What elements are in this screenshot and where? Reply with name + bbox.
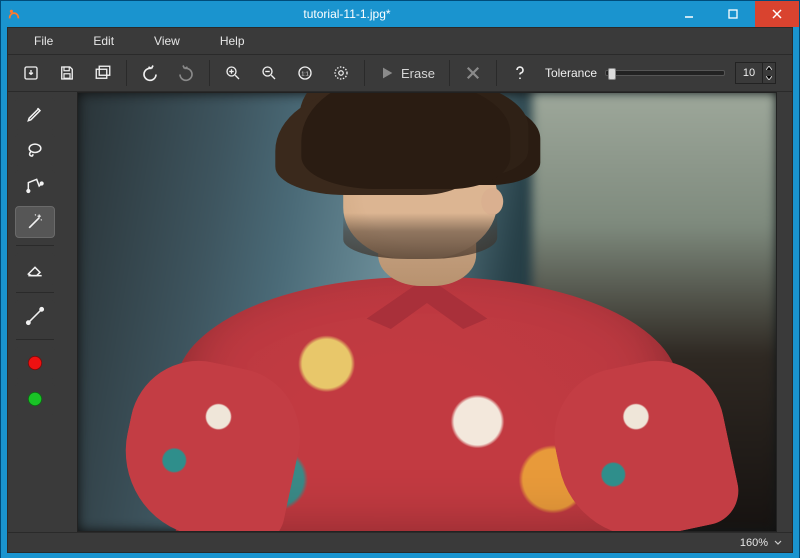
line-icon <box>25 306 45 326</box>
lasso-icon <box>25 140 45 160</box>
separator <box>364 60 365 86</box>
separator <box>496 60 497 86</box>
tolerance-spinner[interactable]: 10 <box>735 62 776 84</box>
slider-thumb[interactable] <box>608 68 616 80</box>
erase-label: Erase <box>401 66 435 81</box>
separator <box>449 60 450 86</box>
magic-wand-icon <box>25 212 45 232</box>
red-marker-tool[interactable] <box>15 347 55 379</box>
browse-button[interactable] <box>86 58 120 88</box>
separator <box>209 60 210 86</box>
menu-file[interactable]: File <box>14 30 73 52</box>
erase-button[interactable]: Erase <box>371 58 443 88</box>
tolerance-value: 10 <box>736 67 762 79</box>
spinner-buttons <box>762 63 775 83</box>
zoom-out-button[interactable] <box>252 58 286 88</box>
menu-edit[interactable]: Edit <box>73 30 134 52</box>
zoom-in-icon <box>224 64 242 82</box>
photo-subject-shirt <box>176 277 679 532</box>
tolerance-slider-wrap <box>605 70 725 76</box>
zoom-in-button[interactable] <box>216 58 250 88</box>
titlebar: tutorial-11-1.jpg* <box>1 1 799 27</box>
side-toolbar <box>8 92 62 532</box>
zoom-fit-icon <box>332 64 350 82</box>
app-icon <box>1 1 27 27</box>
question-icon <box>511 64 529 82</box>
separator <box>16 245 54 246</box>
menu-help[interactable]: Help <box>200 30 265 52</box>
top-toolbar: 1:1 Erase Tolerance <box>8 55 792 91</box>
separator <box>16 292 54 293</box>
separator <box>16 339 54 340</box>
open-button[interactable] <box>50 58 84 88</box>
zoom-level[interactable]: 160% <box>740 537 768 549</box>
application-window: tutorial-11-1.jpg* File Edit View Help <box>0 0 800 558</box>
polygon-tool[interactable] <box>15 170 55 202</box>
eraser-icon <box>25 259 45 279</box>
x-icon <box>464 64 482 82</box>
pen-tool[interactable] <box>15 98 55 130</box>
tolerance-label: Tolerance <box>545 66 597 80</box>
zoom-1to1-button[interactable]: 1:1 <box>288 58 322 88</box>
undo-icon <box>141 64 159 82</box>
minimize-button[interactable] <box>667 1 711 27</box>
floppy-icon <box>58 64 76 82</box>
zoom-dropdown-icon[interactable] <box>774 534 782 552</box>
window-controls <box>667 1 799 27</box>
redo-button[interactable] <box>169 58 203 88</box>
tolerance-slider[interactable] <box>605 70 725 76</box>
statusbar: 160% <box>8 532 792 552</box>
photo-subject-hair <box>301 92 510 189</box>
pen-icon <box>25 104 45 124</box>
lasso-tool[interactable] <box>15 134 55 166</box>
maximize-button[interactable] <box>711 1 755 27</box>
help-button[interactable] <box>503 58 537 88</box>
eraser-tool[interactable] <box>15 253 55 285</box>
canvas-area[interactable] <box>62 92 792 532</box>
undo-button[interactable] <box>133 58 167 88</box>
image-canvas[interactable] <box>77 92 777 532</box>
spinner-up[interactable] <box>763 63 775 73</box>
save-button[interactable] <box>14 58 48 88</box>
polygon-icon <box>25 176 45 196</box>
menubar: File Edit View Help <box>8 28 792 54</box>
magic-wand-tool[interactable] <box>15 206 55 238</box>
close-button[interactable] <box>755 1 799 27</box>
zoom-out-icon <box>260 64 278 82</box>
zoom-1to1-icon: 1:1 <box>296 64 314 82</box>
separator <box>126 60 127 86</box>
cancel-button[interactable] <box>456 58 490 88</box>
green-marker-tool[interactable] <box>15 383 55 415</box>
spinner-down[interactable] <box>763 73 775 83</box>
window-title: tutorial-11-1.jpg* <box>27 1 667 27</box>
redo-icon <box>177 64 195 82</box>
line-tool[interactable] <box>15 300 55 332</box>
red-circle-icon <box>25 353 45 373</box>
workspace <box>8 92 792 532</box>
zoom-fit-button[interactable] <box>324 58 358 88</box>
menu-view[interactable]: View <box>134 30 200 52</box>
app-frame: File Edit View Help <box>7 27 793 553</box>
play-icon <box>379 65 395 81</box>
svg-text:1:1: 1:1 <box>301 71 308 77</box>
green-circle-icon <box>25 389 45 409</box>
save-download-icon <box>22 64 40 82</box>
stacked-images-icon <box>94 64 112 82</box>
